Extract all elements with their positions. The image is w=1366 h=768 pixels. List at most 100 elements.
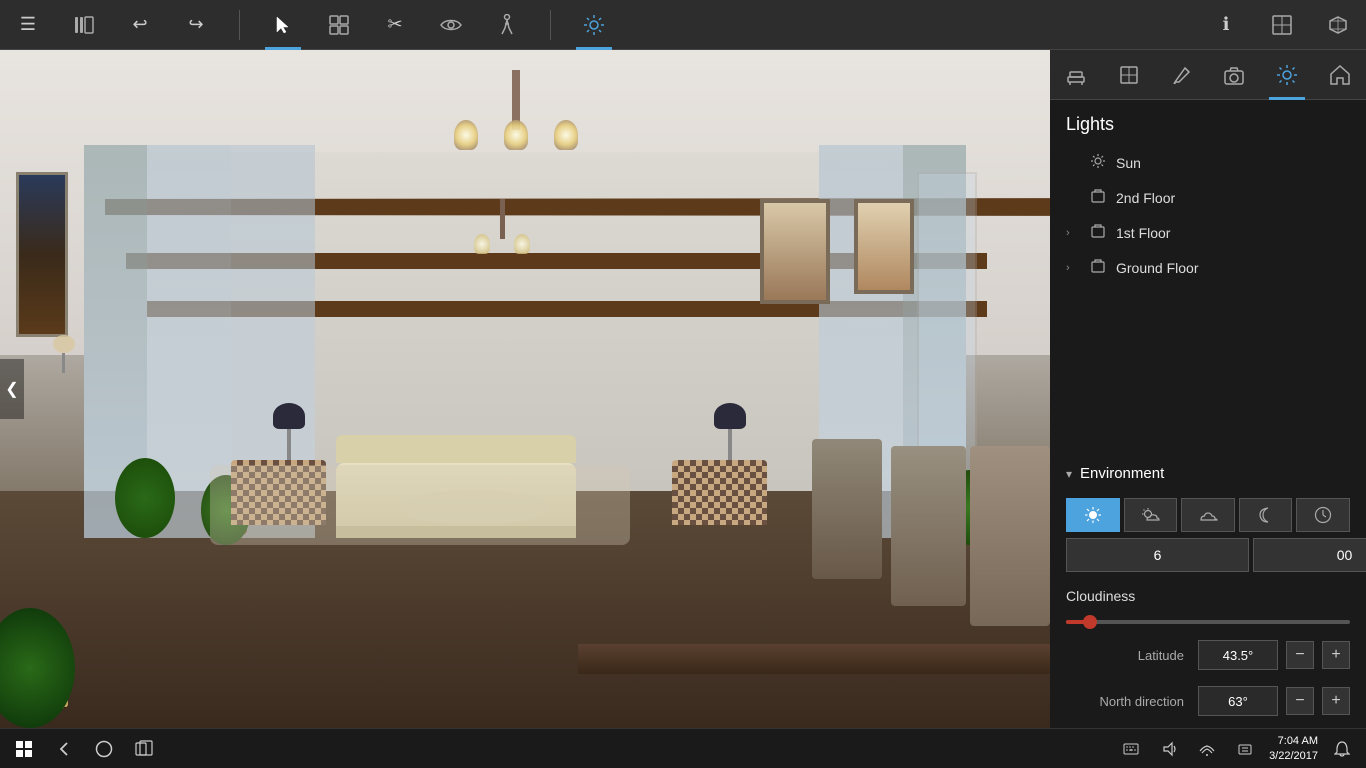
info-icon[interactable]: ℹ: [1208, 7, 1244, 43]
hour-input[interactable]: [1066, 538, 1249, 572]
latitude-decrease-button[interactable]: −: [1286, 641, 1314, 669]
lamp-shade-right: [714, 403, 746, 429]
walk-icon[interactable]: [489, 7, 525, 43]
search-circle-button[interactable]: [88, 733, 120, 765]
light-panel-icon[interactable]: [1269, 57, 1305, 93]
latitude-label: Latitude: [1066, 648, 1184, 663]
time-row: [1066, 538, 1350, 572]
cube-icon[interactable]: [1320, 7, 1356, 43]
paint-panel-icon[interactable]: [1164, 57, 1200, 93]
cloudiness-slider-row: [1050, 608, 1366, 632]
undo-icon[interactable]: ↩: [122, 7, 158, 43]
dining-chair-2: [891, 446, 966, 606]
sofa-back: [336, 435, 576, 463]
sun-light-icon: [1090, 153, 1106, 172]
eye-icon[interactable]: [433, 7, 469, 43]
minute-input[interactable]: [1253, 538, 1366, 572]
1st-floor-light-item[interactable]: › 1st Floor: [1050, 215, 1366, 250]
redo-icon[interactable]: ↪: [178, 7, 214, 43]
chandelier-2-rod: [500, 199, 505, 239]
chandelier-bulb-3: [554, 120, 578, 150]
1st-floor-expand-arrow: ›: [1066, 227, 1080, 239]
menu-icon[interactable]: ☰: [10, 7, 46, 43]
latitude-input[interactable]: [1198, 640, 1278, 670]
north-direction-input[interactable]: [1198, 686, 1278, 716]
layout-icon[interactable]: [1264, 7, 1300, 43]
partly-cloudy-button[interactable]: [1124, 498, 1178, 532]
input-method-icon[interactable]: [1229, 733, 1261, 765]
env-type-row: [1066, 498, 1350, 532]
volume-icon[interactable]: [1153, 733, 1185, 765]
cloudiness-slider-thumb[interactable]: [1083, 615, 1097, 629]
plant-1: [126, 491, 175, 538]
panel-toolbar: [1050, 50, 1366, 100]
2nd-floor-light-item[interactable]: 2nd Floor: [1050, 180, 1366, 215]
env-title: Environment: [1080, 465, 1164, 482]
chandelier-2: [462, 199, 542, 254]
clear-day-button[interactable]: [1066, 498, 1120, 532]
lights-spacer: [1050, 285, 1366, 445]
artwork-left: [16, 172, 68, 337]
env-chevron: ▾: [1066, 467, 1072, 481]
room-scene: [0, 50, 1050, 728]
artwork-right-1: [760, 199, 830, 304]
back-button[interactable]: [48, 733, 80, 765]
north-increase-button[interactable]: +: [1322, 687, 1350, 715]
wall-lamp-shade: [53, 335, 75, 353]
main-area: ❮: [0, 50, 1366, 728]
taskbar-clock: 7:04 AM 3/22/2017: [1269, 734, 1318, 763]
camera-panel-icon[interactable]: [1216, 57, 1252, 93]
top-toolbar: ☰ ↩ ↪ ✂: [0, 0, 1366, 50]
night-button[interactable]: [1239, 498, 1293, 532]
1st-floor-label: 1st Floor: [1116, 225, 1170, 241]
ground-floor-expand-arrow: ›: [1066, 262, 1080, 274]
environment-section: ▾ Environment: [1050, 455, 1366, 728]
sun-light-item[interactable]: Sun: [1050, 145, 1366, 180]
dining-table: [578, 644, 1051, 674]
dining-chair-3: [812, 439, 882, 579]
grid-icon[interactable]: [321, 7, 357, 43]
chandelier-2-arms: [462, 234, 542, 254]
left-nav-arrow[interactable]: ❮: [0, 359, 24, 419]
notification-button[interactable]: [1326, 733, 1358, 765]
cloudy-button[interactable]: [1181, 498, 1235, 532]
tray-keyboard-icon[interactable]: [1115, 733, 1147, 765]
sun-toolbar-icon[interactable]: [576, 7, 612, 43]
network-icon[interactable]: [1191, 733, 1223, 765]
ground-floor-light-item[interactable]: › Ground Floor: [1050, 250, 1366, 285]
rug: [210, 465, 630, 545]
front-plant: [0, 658, 75, 728]
chandelier-2-bulb-1: [474, 234, 490, 254]
chandelier-2-bulb-2: [514, 234, 530, 254]
north-direction-label: North direction: [1066, 694, 1184, 709]
north-decrease-button[interactable]: −: [1286, 687, 1314, 715]
artwork-right-2: [854, 199, 914, 294]
north-direction-row: North direction − +: [1050, 678, 1366, 724]
cloudiness-label: Cloudiness: [1050, 578, 1366, 608]
chandelier-arms: [441, 120, 591, 150]
clock-time: 7:04 AM: [1269, 734, 1318, 748]
wall-lamp: [53, 335, 75, 373]
taskbar-sys-icons: [1115, 733, 1261, 765]
2nd-floor-label: 2nd Floor: [1116, 190, 1175, 206]
library-icon[interactable]: [66, 7, 102, 43]
viewport[interactable]: ❮: [0, 50, 1050, 728]
house-panel-icon[interactable]: [1322, 57, 1358, 93]
latitude-increase-button[interactable]: +: [1322, 641, 1350, 669]
chandelier-bulb-2: [504, 120, 528, 150]
build-panel-icon[interactable]: [1111, 57, 1147, 93]
sep2: [550, 10, 551, 40]
furniture-panel-icon[interactable]: [1058, 57, 1094, 93]
start-button[interactable]: [8, 733, 40, 765]
1st-floor-light-icon: [1090, 223, 1106, 242]
chandelier-bulb-1: [454, 120, 478, 150]
wall-lamp-rod: [62, 353, 65, 373]
select-icon[interactable]: [265, 7, 301, 43]
task-view-button[interactable]: [128, 733, 160, 765]
sep1: [239, 10, 240, 40]
lights-section: Lights Sun: [1050, 100, 1366, 285]
scissors-icon[interactable]: ✂: [377, 7, 413, 43]
env-header[interactable]: ▾ Environment: [1050, 455, 1366, 492]
clock-time-button[interactable]: [1296, 498, 1350, 532]
taskbar: 7:04 AM 3/22/2017: [0, 728, 1366, 768]
